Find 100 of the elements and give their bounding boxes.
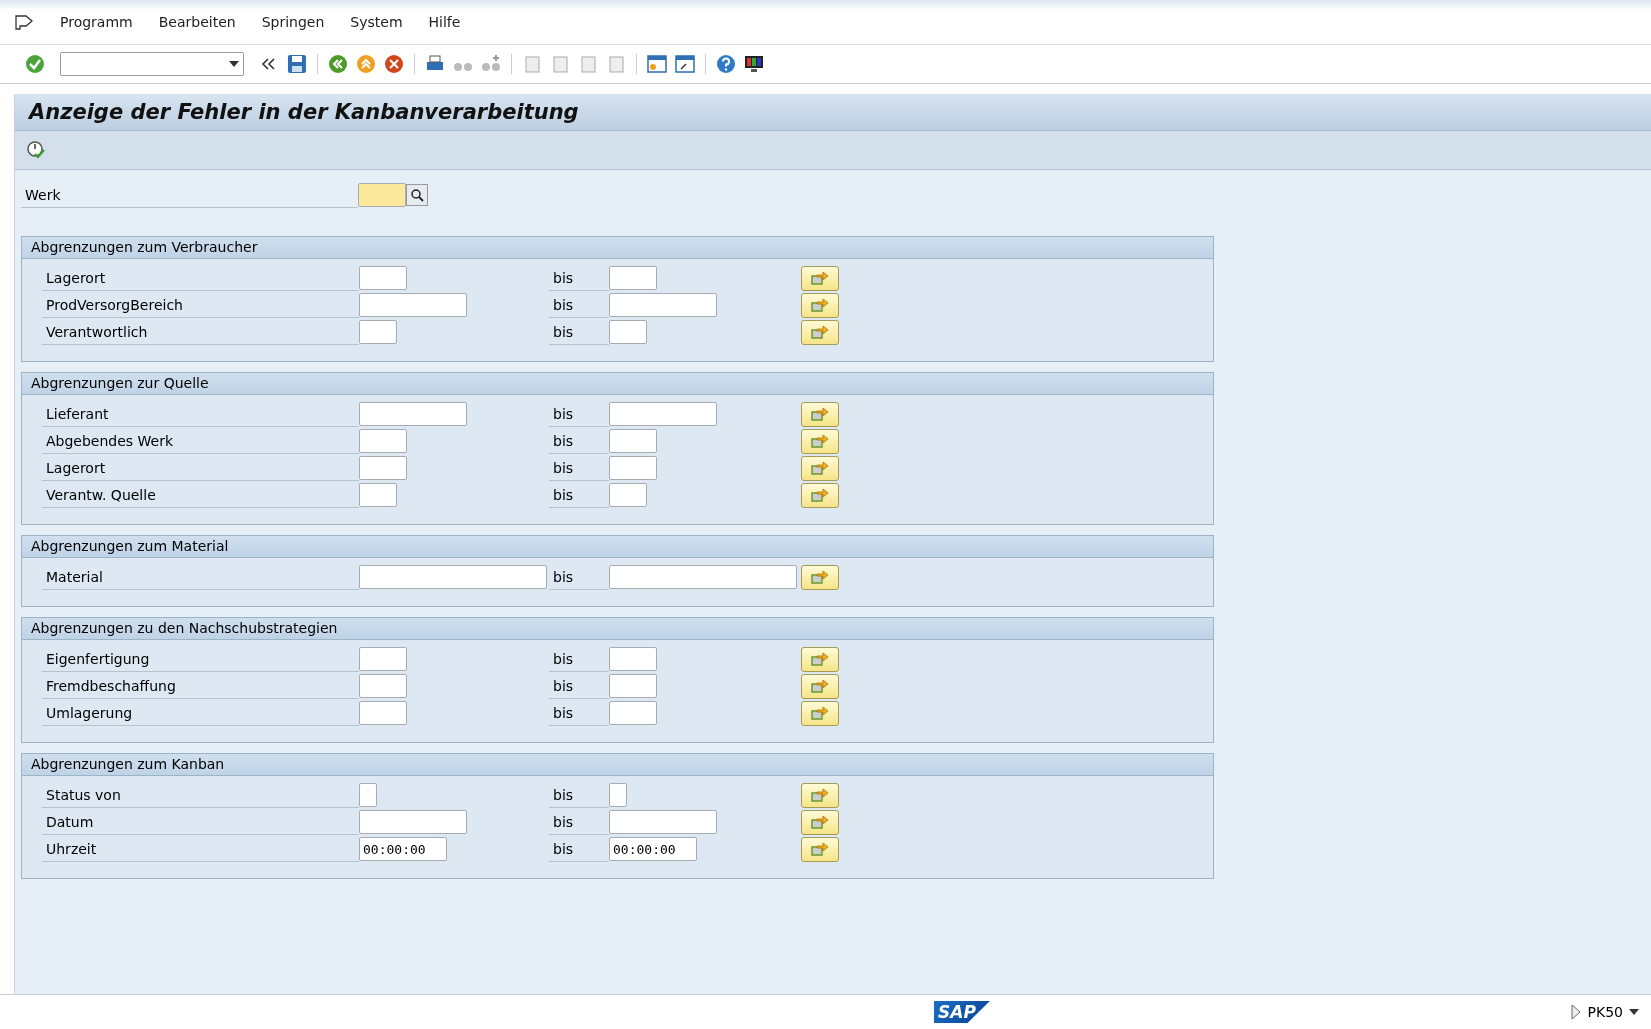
multiple-selection-button[interactable] [801, 428, 839, 454]
to-field[interactable] [609, 429, 657, 453]
multiple-selection-icon [810, 814, 830, 830]
to-field[interactable] [609, 402, 717, 426]
menu-item[interactable]: Bearbeiten [158, 14, 236, 30]
multiple-selection-icon [810, 787, 830, 803]
group-title: Abgrenzungen zur Quelle [22, 373, 1213, 395]
multiple-selection-icon [810, 433, 830, 449]
execute-clock-icon[interactable] [25, 139, 47, 161]
multiple-selection-button[interactable] [801, 646, 839, 672]
field-label: Abgebendes Werk [42, 428, 359, 454]
field-label: ProdVersorgBereich [42, 292, 359, 318]
multiple-selection-icon [810, 270, 830, 286]
from-field[interactable]: 00:00:00 [359, 837, 447, 861]
dropdown-icon[interactable] [1629, 1009, 1639, 1015]
field-label: Fremdbeschaffung [42, 673, 359, 699]
to-field[interactable]: 00:00:00 [609, 837, 697, 861]
group-title: Abgrenzungen zum Kanban [22, 754, 1213, 776]
field-label: Datum [42, 809, 359, 835]
to-field[interactable] [609, 320, 647, 344]
multiple-selection-icon [810, 651, 830, 667]
field-label: Verantw. Quelle [42, 482, 359, 508]
back-icon[interactable] [327, 53, 349, 75]
from-field[interactable] [359, 483, 397, 507]
to-field[interactable] [609, 783, 627, 807]
multiple-selection-button[interactable] [801, 292, 839, 318]
to-field[interactable] [609, 701, 657, 725]
multiple-selection-icon [810, 324, 830, 340]
checkmark-icon[interactable] [24, 53, 46, 75]
cancel-icon[interactable] [383, 53, 405, 75]
menu-item[interactable]: System [350, 14, 403, 30]
menu-icon[interactable] [14, 14, 34, 30]
from-field[interactable] [359, 647, 407, 671]
to-field[interactable] [609, 293, 717, 317]
from-field[interactable] [359, 320, 397, 344]
multiple-selection-icon [810, 297, 830, 313]
field-label: Lagerort [42, 265, 359, 291]
from-field[interactable] [359, 783, 377, 807]
from-field[interactable] [359, 429, 407, 453]
group-title: Abgrenzungen zum Material [22, 536, 1213, 558]
field-label: Lagerort [42, 455, 359, 481]
from-field[interactable] [359, 266, 407, 290]
to-field[interactable] [609, 483, 647, 507]
multiple-selection-button[interactable] [801, 401, 839, 427]
command-field[interactable] [60, 52, 244, 76]
play-icon[interactable] [1569, 1004, 1582, 1020]
search-button[interactable] [406, 184, 428, 206]
help-icon[interactable] [715, 53, 737, 75]
new-window-icon[interactable] [646, 53, 668, 75]
from-field[interactable] [359, 810, 467, 834]
menu-item[interactable]: Springen [261, 14, 325, 30]
multiple-selection-button[interactable] [801, 319, 839, 345]
search-icon [410, 188, 424, 202]
plant-field[interactable] [358, 183, 406, 207]
multiple-selection-button[interactable] [801, 782, 839, 808]
from-field[interactable] [359, 456, 407, 480]
dropdown-icon [229, 61, 239, 67]
multiple-selection-icon [810, 705, 830, 721]
multiple-selection-button[interactable] [801, 700, 839, 726]
multiple-selection-button[interactable] [801, 809, 839, 835]
from-field[interactable] [359, 293, 467, 317]
multiple-selection-button[interactable] [801, 265, 839, 291]
field-label: Werk [21, 182, 358, 208]
group-title: Abgrenzungen zum Verbraucher [22, 237, 1213, 259]
multiple-selection-icon [810, 460, 830, 476]
field-label: Status von [42, 782, 359, 808]
shortcut-window-icon[interactable] [674, 53, 696, 75]
multiple-selection-icon [810, 678, 830, 694]
field-label: Eigenfertigung [42, 646, 359, 672]
field-label: Material [42, 564, 359, 590]
multiple-selection-icon [810, 841, 830, 857]
multiple-selection-button[interactable] [801, 482, 839, 508]
page-title: Anzeige der Fehler in der Kanbanverarbeitung [29, 100, 579, 124]
logo: SAP [934, 1001, 990, 1023]
to-field[interactable] [609, 810, 717, 834]
to-field[interactable] [609, 674, 657, 698]
to-field[interactable] [609, 647, 657, 671]
multiple-selection-button[interactable] [801, 455, 839, 481]
multiple-selection-icon [810, 487, 830, 503]
to-field[interactable] [609, 266, 657, 290]
to-field[interactable] [609, 565, 797, 589]
transaction-code: PK50 [1587, 1004, 1623, 1020]
multiple-selection-button[interactable] [801, 564, 839, 590]
from-field[interactable] [359, 674, 407, 698]
menu-item[interactable]: Programm [60, 14, 133, 30]
multiple-selection-button[interactable] [801, 673, 839, 699]
multiple-selection-button[interactable] [801, 836, 839, 862]
field-label: Umlagerung [42, 700, 359, 726]
field-label: Uhrzeit [42, 836, 359, 862]
save-icon[interactable] [286, 53, 308, 75]
monitor-icon[interactable] [743, 53, 765, 75]
from-field[interactable] [359, 402, 467, 426]
to-field[interactable] [609, 456, 657, 480]
menu-item[interactable]: Hilfe [428, 14, 461, 30]
field-label: Verantwortlich [42, 319, 359, 345]
field-label: Lieferant [42, 401, 359, 427]
from-field[interactable] [359, 565, 547, 589]
multiple-selection-icon [810, 569, 830, 585]
multiple-selection-icon [810, 406, 830, 422]
from-field[interactable] [359, 701, 407, 725]
